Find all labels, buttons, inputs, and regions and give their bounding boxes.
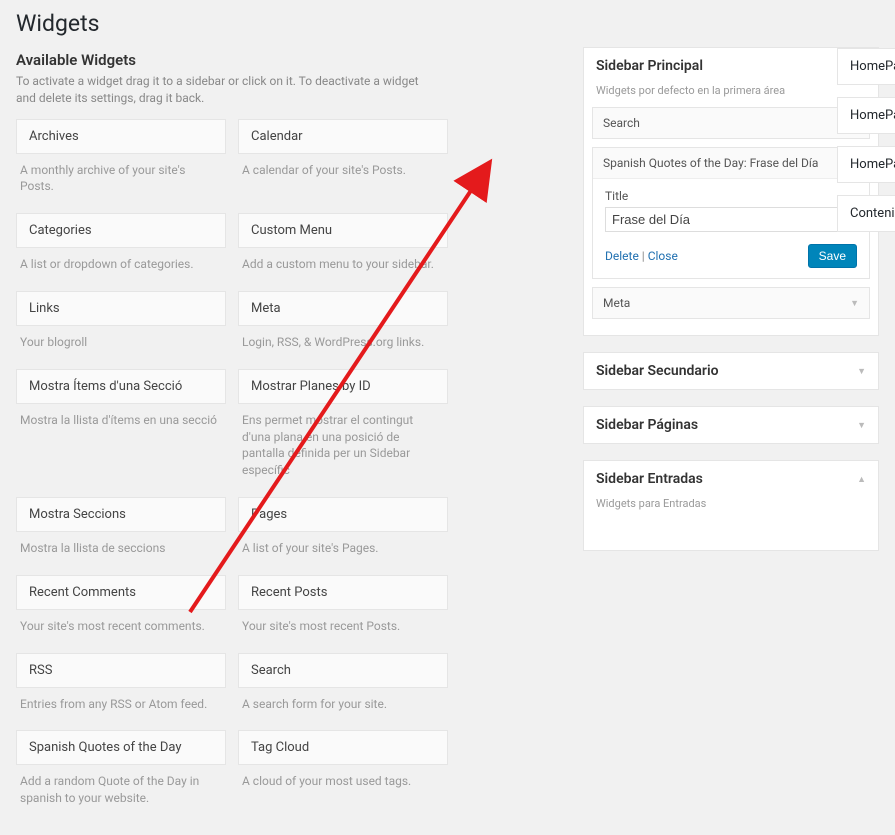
available-widget: RSSEntries from any RSS or Atom feed. [16, 653, 226, 723]
available-widget-handle[interactable]: Recent Posts [238, 575, 448, 610]
available-widget-desc: A list of your site's Pages. [238, 532, 448, 567]
available-widget-handle[interactable]: Pages [238, 497, 448, 532]
available-widget-desc: Your blogroll [16, 326, 226, 361]
available-widget: Mostrar Planes by IDEns permet mostrar e… [238, 369, 448, 489]
available-widget: Mostra SeccionsMostra la llista de secci… [16, 497, 226, 567]
extra-sidebar-tab[interactable]: Contenido [837, 195, 895, 232]
available-widget-handle[interactable]: Custom Menu [238, 213, 448, 248]
available-widget: Mostra Ítems d'una SeccióMostra la llist… [16, 369, 226, 489]
sidebar-entradas-desc: Widgets para Entradas [584, 497, 878, 520]
available-widget: MetaLogin, RSS, & WordPress.org links. [238, 291, 448, 361]
available-widget-handle[interactable]: Mostra Ítems d'una Secció [16, 369, 226, 404]
available-heading: Available Widgets [16, 51, 460, 69]
available-widget: LinksYour blogroll [16, 291, 226, 361]
chevron-down-icon: ▼ [850, 298, 859, 309]
widget-meta-label: Meta [603, 296, 630, 310]
widget-meta[interactable]: Meta ▼ [592, 287, 870, 319]
available-widget-handle[interactable]: Mostra Seccions [16, 497, 226, 532]
available-widget-handle[interactable]: Meta [238, 291, 448, 326]
sidebar-secundario-toggle[interactable]: Sidebar Secundario ▼ [584, 353, 878, 389]
available-widget-handle[interactable]: RSS [16, 653, 226, 688]
available-widget-desc: A calendar of your site's Posts. [238, 154, 448, 189]
sidebar-entradas-toggle[interactable]: Sidebar Entradas ▲ [584, 461, 878, 497]
sidebar-paginas: Sidebar Páginas ▼ [583, 406, 879, 444]
chevron-down-icon: ▼ [857, 366, 866, 377]
available-widget: CategoriesA list or dropdown of categori… [16, 213, 226, 283]
close-link[interactable]: Close [648, 249, 678, 263]
available-widget-desc: Mostra la llista de seccions [16, 532, 226, 567]
available-widget: Tag CloudA cloud of your most used tags. [238, 730, 448, 817]
available-widget: Spanish Quotes of the DayAdd a random Qu… [16, 730, 226, 817]
widget-spanish-quotes: Spanish Quotes of the Day: Frase del Día… [592, 147, 870, 279]
available-widget-desc: Your site's most recent comments. [16, 610, 226, 645]
sidebar-paginas-title: Sidebar Páginas [596, 417, 698, 433]
available-widget-desc: Login, RSS, & WordPress.org links. [238, 326, 448, 361]
widget-spanish-name: Spanish Quotes of the Day [603, 156, 744, 170]
sidebar-principal-desc: Widgets por defecto en la primera área [584, 84, 878, 107]
available-widget-desc: Mostra la llista d'ítems en una secció [16, 404, 226, 439]
available-widget: Custom MenuAdd a custom menu to your sid… [238, 213, 448, 283]
available-widget-desc: Ens permet mostrar el contingut d'una pl… [238, 404, 448, 489]
sidebar-secundario: Sidebar Secundario ▼ [583, 352, 879, 390]
available-widget: ArchivesA monthly archive of your site's… [16, 119, 226, 206]
widget-spanish-value: : Frase del Día [744, 156, 819, 170]
available-widget: SearchA search form for your site. [238, 653, 448, 723]
widget-search-label: Search [603, 116, 640, 130]
sidebar-principal-title: Sidebar Principal [596, 58, 703, 74]
chevron-up-icon: ▲ [857, 474, 866, 485]
available-widget-desc: A search form for your site. [238, 688, 448, 723]
available-widget-desc: Entries from any RSS or Atom feed. [16, 688, 226, 723]
page-title: Widgets [16, 10, 879, 37]
available-widget: CalendarA calendar of your site's Posts. [238, 119, 448, 206]
available-widget-desc: Add a random Quote of the Day in spanish… [16, 765, 226, 817]
widget-spanish-quotes-toggle[interactable]: Spanish Quotes of the Day: Frase del Día… [593, 148, 869, 179]
available-widgets-panel: Available Widgets To activate a widget d… [16, 47, 460, 825]
extra-sidebar-tab[interactable]: HomePage [837, 97, 895, 134]
available-widget-handle[interactable]: Mostrar Planes by ID [238, 369, 448, 404]
available-widget-handle[interactable]: Recent Comments [16, 575, 226, 610]
available-widget-handle[interactable]: Search [238, 653, 448, 688]
available-widget: Recent PostsYour site's most recent Post… [238, 575, 448, 645]
available-widget-handle[interactable]: Archives [16, 119, 226, 154]
available-widget: PagesA list of your site's Pages. [238, 497, 448, 567]
available-widget-desc: Add a custom menu to your sidebar. [238, 248, 448, 283]
save-button[interactable]: Save [808, 244, 857, 268]
chevron-down-icon: ▼ [857, 420, 866, 431]
available-widget-desc: A monthly archive of your site's Posts. [16, 154, 226, 206]
extra-sidebar-tab[interactable]: HomePage [837, 48, 895, 85]
available-desc: To activate a widget drag it to a sideba… [16, 73, 436, 107]
sidebar-principal: Sidebar Principal ▲ Widgets por defecto … [583, 47, 879, 336]
sidebar-entradas-title: Sidebar Entradas [596, 471, 703, 487]
available-widget-desc: A list or dropdown of categories. [16, 248, 226, 283]
sidebar-principal-toggle[interactable]: Sidebar Principal ▲ [584, 48, 878, 84]
title-label: Title [605, 189, 857, 203]
delete-link[interactable]: Delete [605, 249, 639, 263]
widget-search[interactable]: Search ▼ [592, 107, 870, 139]
available-widget-handle[interactable]: Spanish Quotes of the Day [16, 730, 226, 765]
available-widget-handle[interactable]: Links [16, 291, 226, 326]
title-input[interactable] [605, 207, 857, 232]
sidebar-entradas: Sidebar Entradas ▲ Widgets para Entradas [583, 460, 879, 551]
available-widget-handle[interactable]: Categories [16, 213, 226, 248]
available-widget-handle[interactable]: Calendar [238, 119, 448, 154]
available-widget-desc: A cloud of your most used tags. [238, 765, 448, 800]
available-widget: Recent CommentsYour site's most recent c… [16, 575, 226, 645]
extra-sidebar-tab[interactable]: HomePage [837, 146, 895, 183]
sidebar-secundario-title: Sidebar Secundario [596, 363, 719, 379]
available-widget-handle[interactable]: Tag Cloud [238, 730, 448, 765]
available-widget-desc: Your site's most recent Posts. [238, 610, 448, 645]
sidebar-paginas-toggle[interactable]: Sidebar Páginas ▼ [584, 407, 878, 443]
